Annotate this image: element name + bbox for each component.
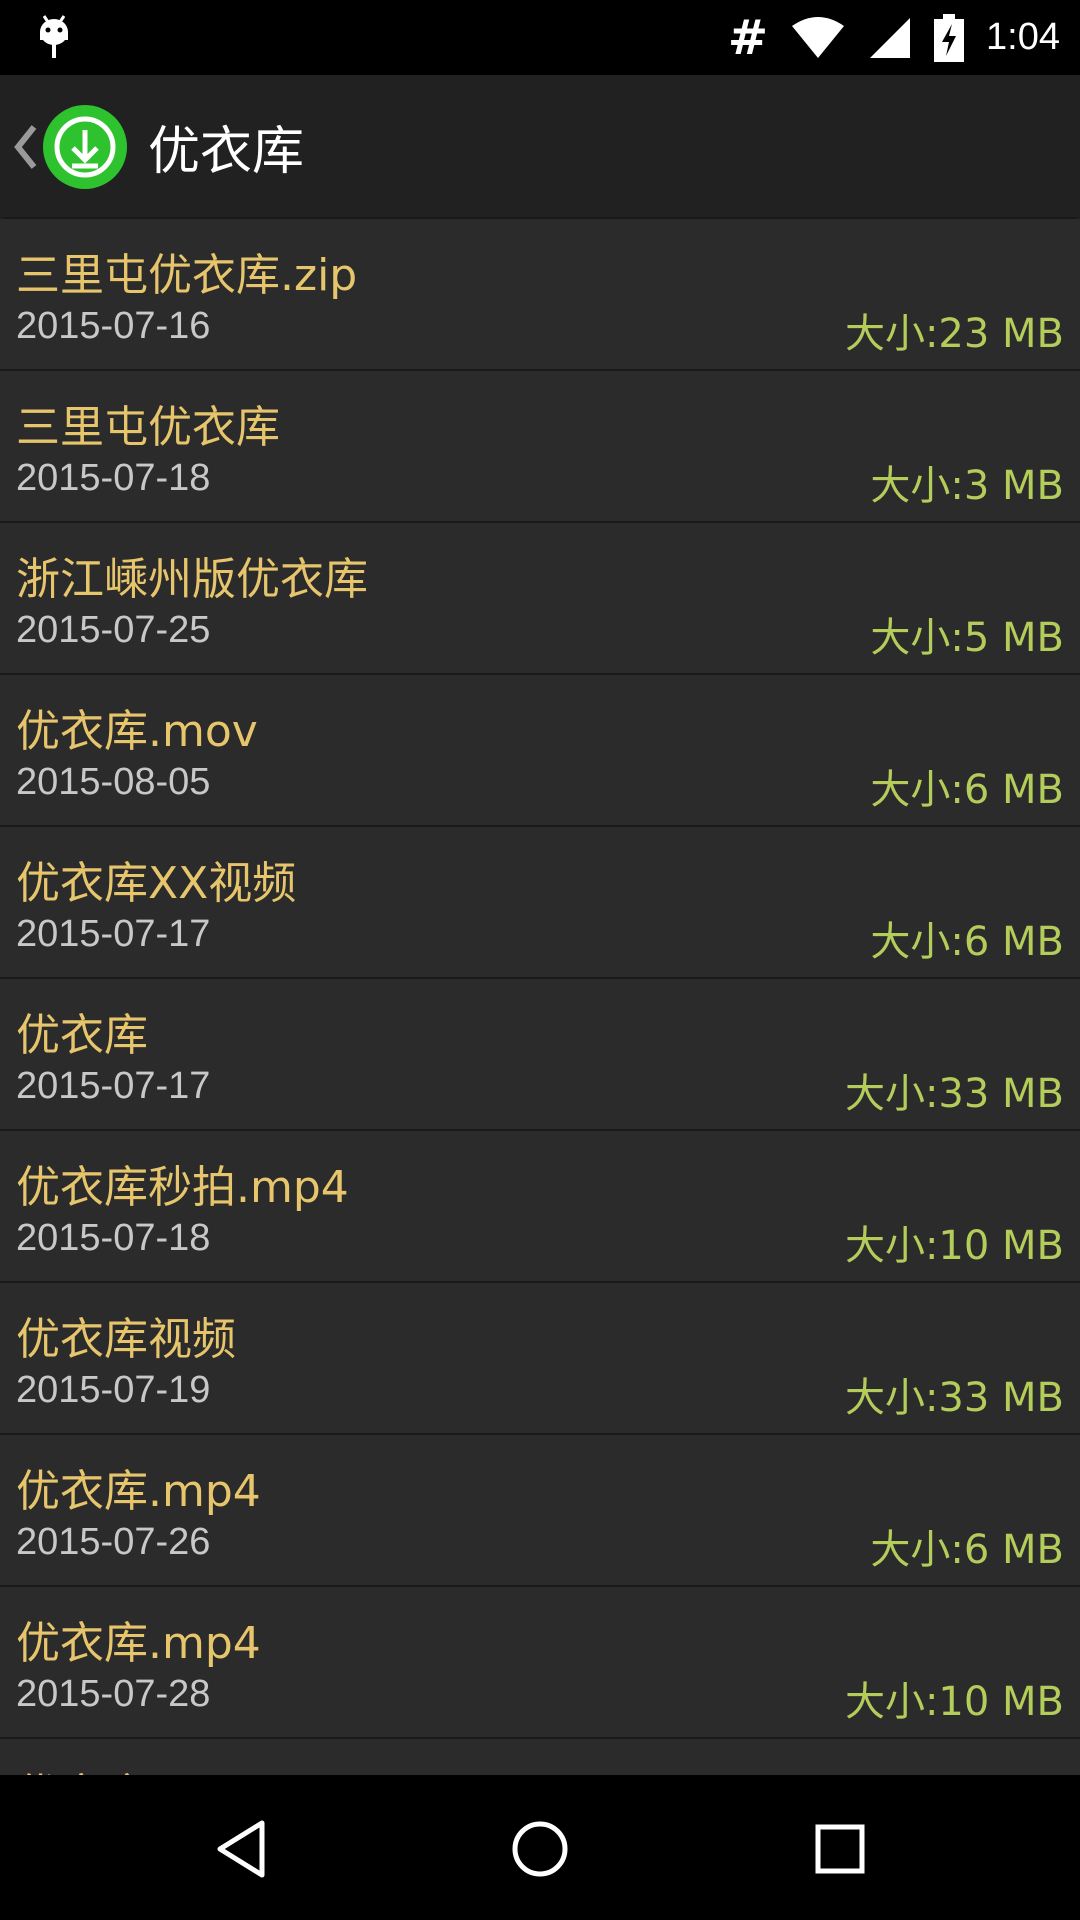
file-name: 优衣库XX视频 (16, 858, 297, 909)
home-circle-icon[interactable] (508, 1817, 572, 1881)
signal-icon (870, 17, 911, 58)
file-name: 优衣库.mp4 (16, 1618, 261, 1669)
file-name: 优衣库秒拍.mp4 (16, 1162, 349, 1213)
file-date: 2015-07-28 (16, 1673, 211, 1715)
page-title: 优衣库 (148, 122, 305, 182)
list-item[interactable]: 优衣库秒拍.mp4 2015-07-18 大小:10 MB (0, 1131, 1080, 1283)
file-size: 大小:10 MB (844, 1223, 1064, 1269)
file-name: 优衣库 (16, 1010, 148, 1061)
file-date: 2015-07-17 (16, 913, 211, 955)
file-list: 三里屯优衣库.zip 2015-07-16 大小:23 MB 三里屯优衣库 20… (0, 219, 1080, 1775)
file-date: 2015-07-18 (16, 457, 211, 499)
back-triangle-icon[interactable] (210, 1817, 274, 1881)
battery-charging-icon (934, 13, 965, 62)
file-date: 2015-08-05 (16, 761, 211, 803)
file-size: 大小:3 MB (870, 463, 1064, 509)
file-date: 2015-07-17 (16, 1065, 211, 1107)
file-size: 大小:33 MB (844, 1375, 1064, 1421)
file-name: 浙江嵊州版优衣库 (16, 554, 368, 605)
list-item[interactable]: 优衣库.MP4 (0, 1739, 1080, 1775)
file-size: 大小:6 MB (870, 1527, 1064, 1573)
list-item[interactable]: 优衣库.mov 2015-08-05 大小:6 MB (0, 675, 1080, 827)
file-name: 优衣库.mp4 (16, 1466, 261, 1517)
file-size: 大小:6 MB (870, 919, 1064, 965)
list-item[interactable]: 优衣库 2015-07-17 大小:33 MB (0, 979, 1080, 1131)
file-name: 三里屯优衣库.zip (16, 250, 358, 301)
file-size: 大小:23 MB (844, 311, 1064, 357)
file-name: 优衣库.mov (16, 706, 258, 757)
list-item[interactable]: 浙江嵊州版优衣库 2015-07-25 大小:5 MB (0, 523, 1080, 675)
list-item[interactable]: 优衣库视频 2015-07-19 大小:33 MB (0, 1283, 1080, 1435)
file-date: 2015-07-19 (16, 1369, 211, 1411)
status-bar: # 1:04 (0, 0, 1080, 75)
status-time: 1:04 (986, 16, 1060, 58)
list-item[interactable]: 三里屯优衣库 2015-07-18 大小:3 MB (0, 371, 1080, 523)
wifi-icon (792, 16, 845, 58)
recents-square-icon[interactable] (808, 1817, 872, 1881)
file-name: 三里屯优衣库 (16, 402, 280, 453)
file-date: 2015-07-25 (16, 609, 211, 651)
file-name: 优衣库视频 (16, 1314, 236, 1365)
file-name: 优衣库.MP4 (16, 1759, 254, 1775)
list-item[interactable]: 三里屯优衣库.zip 2015-07-16 大小:23 MB (0, 219, 1080, 371)
file-date: 2015-07-18 (16, 1217, 211, 1259)
download-app-logo-icon[interactable] (42, 104, 128, 190)
status-hash-icon: # (727, 9, 769, 66)
android-debug-icon (40, 15, 68, 58)
back-chevron-icon[interactable] (12, 123, 38, 171)
file-size: 大小:10 MB (844, 1679, 1064, 1725)
navigation-bar (0, 1775, 1080, 1920)
list-item[interactable]: 优衣库.mp4 2015-07-26 大小:6 MB (0, 1435, 1080, 1587)
file-size: 大小:6 MB (870, 767, 1064, 813)
file-size: 大小:33 MB (844, 1071, 1064, 1117)
file-date: 2015-07-26 (16, 1521, 211, 1563)
list-item[interactable]: 优衣库XX视频 2015-07-17 大小:6 MB (0, 827, 1080, 979)
file-size: 大小:5 MB (870, 615, 1064, 661)
list-item[interactable]: 优衣库.mp4 2015-07-28 大小:10 MB (0, 1587, 1080, 1739)
app-bar: 优衣库 (0, 75, 1080, 217)
file-date: 2015-07-16 (16, 305, 211, 347)
